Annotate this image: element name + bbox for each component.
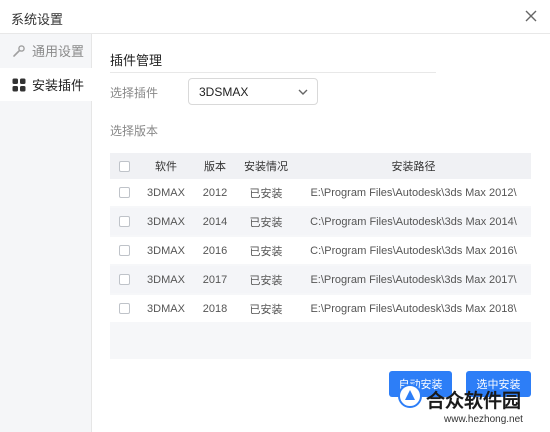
cell-path: E:\Program Files\Autodesk\3ds Max 2018\ bbox=[310, 302, 517, 315]
table-row[interactable]: 3DMAX 2018 已安装 E:\Program Files\Autodesk… bbox=[110, 295, 531, 322]
close-icon[interactable] bbox=[522, 7, 540, 25]
row-checkbox[interactable] bbox=[119, 245, 130, 256]
section-title: 插件管理 bbox=[110, 53, 163, 68]
site-watermark: 合众软件园 www.hezhong.net bbox=[392, 378, 550, 432]
cell-software: 3DMAX bbox=[147, 215, 185, 228]
header-version: 版本 bbox=[204, 161, 226, 173]
row-checkbox[interactable] bbox=[119, 216, 130, 227]
cell-status: 已安装 bbox=[249, 216, 283, 229]
sidebar-item-general-settings[interactable]: 通用设置 bbox=[0, 34, 92, 67]
sidebar-item-label: 安装插件 bbox=[32, 78, 85, 93]
cell-status: 已安装 bbox=[249, 245, 283, 258]
title-bar: 系统设置 bbox=[0, 0, 550, 34]
cell-path: E:\Program Files\Autodesk\3ds Max 2012\ bbox=[310, 186, 517, 199]
cell-version: 2017 bbox=[202, 273, 228, 286]
window-title: 系统设置 bbox=[11, 12, 64, 27]
table-row[interactable]: 3DMAX 2012 已安装 E:\Program Files\Autodesk… bbox=[110, 179, 531, 206]
cell-status: 已安装 bbox=[249, 303, 283, 316]
watermark-name: 合众软件园 bbox=[426, 391, 522, 412]
header-status: 安装情况 bbox=[244, 161, 288, 173]
cell-path: C:\Program Files\Autodesk\3ds Max 2014\ bbox=[310, 215, 517, 228]
row-checkbox[interactable] bbox=[119, 187, 130, 198]
wrench-icon bbox=[11, 43, 27, 59]
header-software: 软件 bbox=[155, 161, 177, 173]
cell-version: 2018 bbox=[202, 302, 228, 315]
cell-version: 2014 bbox=[202, 215, 228, 228]
watermark-url: www.hezhong.net bbox=[444, 414, 523, 425]
cell-software: 3DMAX bbox=[147, 244, 185, 257]
table-row[interactable]: 3DMAX 2014 已安装 C:\Program Files\Autodesk… bbox=[110, 208, 531, 235]
sidebar-item-install-plugins[interactable]: 安装插件 bbox=[0, 68, 92, 101]
chevron-down-icon bbox=[298, 89, 308, 95]
row-checkbox[interactable] bbox=[119, 303, 130, 314]
header-path: 安装路径 bbox=[391, 161, 436, 173]
cell-path: C:\Program Files\Autodesk\3ds Max 2016\ bbox=[310, 244, 517, 257]
section-divider bbox=[110, 72, 436, 73]
row-checkbox[interactable] bbox=[119, 274, 130, 285]
main-panel: 插件管理 选择插件 3DSMAX 选择版本 软件 版本 安装情况 安装路径 3D… bbox=[92, 34, 550, 432]
plugin-label: 选择插件 bbox=[110, 86, 159, 100]
cell-software: 3DMAX bbox=[147, 186, 185, 199]
site-logo-icon bbox=[398, 384, 422, 408]
table-row[interactable]: 3DMAX 2017 已安装 E:\Program Files\Autodesk… bbox=[110, 266, 531, 293]
cell-version: 2012 bbox=[202, 186, 228, 199]
cell-path: E:\Program Files\Autodesk\3ds Max 2017\ bbox=[310, 273, 517, 286]
plugin-table: 软件 版本 安装情况 安装路径 3DMAX 2012 已安装 E:\Progra… bbox=[110, 153, 531, 359]
cell-status: 已安装 bbox=[249, 187, 283, 200]
cell-software: 3DMAX bbox=[147, 302, 185, 315]
cell-software: 3DMAX bbox=[147, 273, 185, 286]
table-header: 软件 版本 安装情况 安装路径 bbox=[110, 153, 531, 179]
cell-version: 2016 bbox=[202, 244, 228, 257]
apps-grid-icon bbox=[11, 77, 27, 93]
select-all-checkbox[interactable] bbox=[119, 160, 130, 172]
plugin-select[interactable]: 3DSMAX bbox=[188, 78, 318, 105]
plugin-select-value: 3DSMAX bbox=[199, 85, 249, 99]
sidebar: 通用设置 安装插件 bbox=[0, 34, 92, 432]
version-label: 选择版本 bbox=[110, 124, 159, 138]
cell-status: 已安装 bbox=[249, 274, 283, 287]
table-row[interactable]: 3DMAX 2016 已安装 C:\Program Files\Autodesk… bbox=[110, 237, 531, 264]
sidebar-item-label: 通用设置 bbox=[32, 44, 85, 59]
